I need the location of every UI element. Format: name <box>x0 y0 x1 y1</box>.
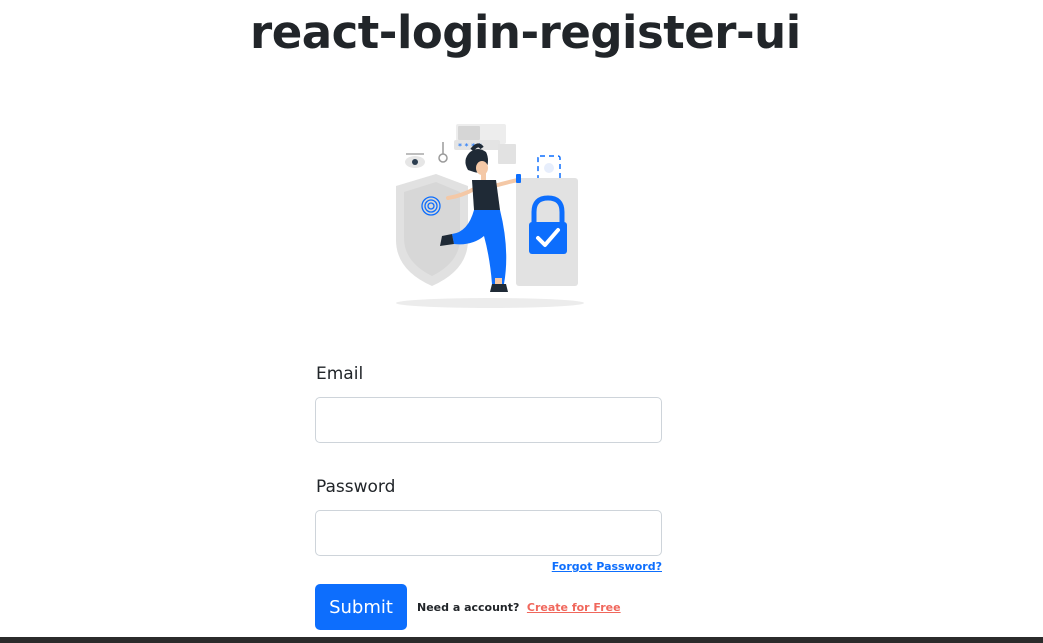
password-label: Password <box>316 477 396 497</box>
key-icon <box>438 153 448 163</box>
need-account-text: Need a account? <box>417 601 520 614</box>
password-input[interactable] <box>315 510 662 556</box>
eye-scan-icon <box>405 153 425 168</box>
email-group: Email <box>315 362 662 443</box>
email-label: Email <box>316 364 364 384</box>
photo-card <box>498 144 516 164</box>
forgot-password-link[interactable]: Forgot Password? <box>552 560 662 573</box>
security-login-illustration: * * * * <box>396 124 584 308</box>
submit-button[interactable]: Submit <box>315 584 407 630</box>
password-group: Password <box>315 475 662 556</box>
page-title: react-login-register-ui <box>250 6 801 59</box>
create-account-link[interactable]: Create for Free <box>527 601 621 614</box>
login-page: react-login-register-ui * * * * Email Pa… <box>0 0 1043 643</box>
floor-shadow <box>396 298 584 308</box>
face-scan-icon <box>537 155 561 181</box>
create-account-row: Need a account? Create for Free <box>417 601 621 614</box>
bottom-edge-bar <box>0 637 1043 643</box>
email-input[interactable] <box>315 397 662 443</box>
folder-shape <box>458 126 480 140</box>
